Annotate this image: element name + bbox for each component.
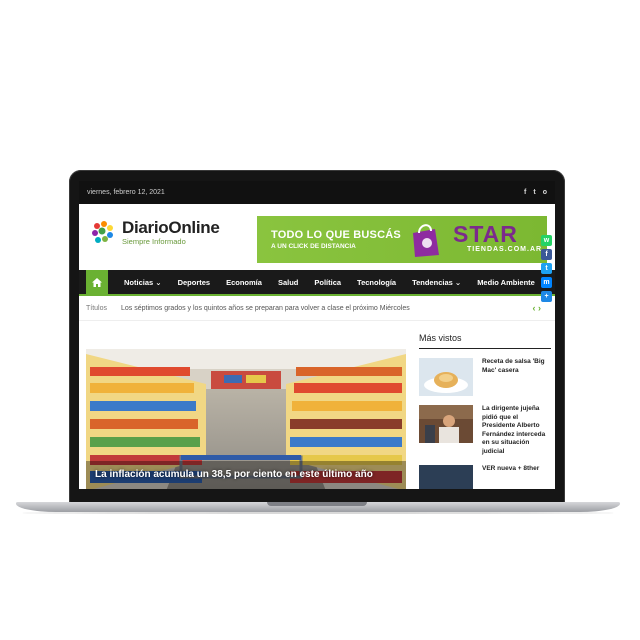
ad-brand: STAR TIENDAS.COM.AR <box>453 222 542 253</box>
home-button[interactable] <box>86 270 108 294</box>
list-item-title[interactable]: Receta de salsa 'Big Mac' casera <box>482 358 551 396</box>
site-header: DiarioOnline Siempre Informado TODO LO Q… <box>79 204 555 270</box>
list-item[interactable]: Receta de salsa 'Big Mac' casera <box>419 358 551 396</box>
list-item-title[interactable]: VER nueva + 8ther <box>482 465 539 489</box>
main-content: La inflación acumula un 38,5 por ciento … <box>79 321 555 489</box>
ticker-headline[interactable]: Los séptimos grados y los quintos años s… <box>121 305 410 312</box>
chevron-down-icon: ⌄ <box>454 277 462 287</box>
chevron-down-icon: ⌄ <box>155 277 162 287</box>
facebook-share-icon[interactable]: f <box>541 249 552 260</box>
featured-article-title[interactable]: La inflación acumula un 38,5 por ciento … <box>95 469 373 480</box>
ad-brand-sub: TIENDAS.COM.AR <box>467 246 543 253</box>
featured-article[interactable]: La inflación acumula un 38,5 por ciento … <box>86 349 406 489</box>
current-date: viernes, febrero 12, 2021 <box>87 189 165 196</box>
laptop-screen: viernes, febrero 12, 2021 f t o DiarioOn… <box>79 181 555 489</box>
nav-item-tendencias[interactable]: Tendencias ⌄ <box>404 278 469 287</box>
news-thumbnail-image <box>419 465 473 489</box>
ad-brand-name: STAR <box>453 221 518 247</box>
logo-dots-icon <box>92 221 113 243</box>
nav-item-deportes[interactable]: Deportes <box>170 278 219 287</box>
messenger-icon[interactable]: m <box>541 277 552 288</box>
nav-item-economia[interactable]: Economía <box>218 278 270 287</box>
nav-item-salud[interactable]: Salud <box>270 278 306 287</box>
chevron-right-icon[interactable]: › <box>538 303 541 313</box>
shopping-bag-icon <box>413 224 439 257</box>
facebook-icon[interactable]: f <box>524 189 526 196</box>
share-bar: w f t m + <box>541 235 553 302</box>
ad-headline: TODO LO QUE BUSCÁS <box>271 229 401 241</box>
instagram-icon[interactable]: o <box>543 189 547 196</box>
laptop-notch <box>267 502 367 506</box>
nav-label: Noticias <box>124 277 154 287</box>
nav-item-medio-ambiente[interactable]: Medio Ambiente <box>469 278 543 287</box>
main-nav: Noticias ⌄ Deportes Economía Salud Polít… <box>79 270 555 296</box>
site-logo[interactable]: DiarioOnline Siempre Informado <box>89 217 220 246</box>
food-thumbnail-image <box>419 358 473 396</box>
ad-copy: TODO LO QUE BUSCÁS A UN CLICK DE DISTANC… <box>271 229 401 250</box>
twitter-share-icon[interactable]: t <box>541 263 552 274</box>
nav-label: Tendencias <box>412 277 453 287</box>
top-bar: viernes, febrero 12, 2021 f t o <box>79 181 555 204</box>
logo-text: DiarioOnline Siempre Informado <box>122 217 220 246</box>
list-item[interactable]: VER nueva + 8ther <box>419 465 551 489</box>
chevron-left-icon[interactable]: ‹ <box>532 303 535 313</box>
most-viewed-sidebar: Más vistos Receta de salsa 'Big Mac' cas… <box>419 321 551 489</box>
logo-word-online: Online <box>168 217 220 237</box>
twitter-icon[interactable]: t <box>533 189 535 196</box>
ticker-label: Títulos <box>86 304 108 312</box>
list-item-title[interactable]: La dirigente jujeña pidió que el Preside… <box>482 405 551 456</box>
ad-subline: A UN CLICK DE DISTANCIA <box>271 243 356 250</box>
social-links: f t o <box>524 189 547 196</box>
home-icon <box>92 277 102 287</box>
logo-tagline: Siempre Informado <box>122 236 186 246</box>
person-thumbnail-image <box>419 405 473 443</box>
list-item[interactable]: La dirigente jujeña pidió que el Preside… <box>419 405 551 456</box>
nav-item-noticias[interactable]: Noticias ⌄ <box>116 278 170 287</box>
logo-word-diario: Diario <box>122 217 169 237</box>
whatsapp-icon[interactable]: w <box>541 235 552 246</box>
share-plus-icon[interactable]: + <box>541 291 552 302</box>
nav-item-politica[interactable]: Política <box>306 278 349 287</box>
logo-title: DiarioOnline <box>122 217 220 237</box>
news-ticker: Títulos Los séptimos grados y los quinto… <box>79 296 555 321</box>
nav-item-tecnologia[interactable]: Tecnología <box>349 278 404 287</box>
header-ad-banner[interactable]: TODO LO QUE BUSCÁS A UN CLICK DE DISTANC… <box>257 216 547 263</box>
supermarket-aisle-image <box>86 349 406 489</box>
laptop-shadow <box>22 512 614 514</box>
ticker-arrows: ‹ › <box>532 303 541 313</box>
sidebar-title: Más vistos <box>419 321 551 349</box>
